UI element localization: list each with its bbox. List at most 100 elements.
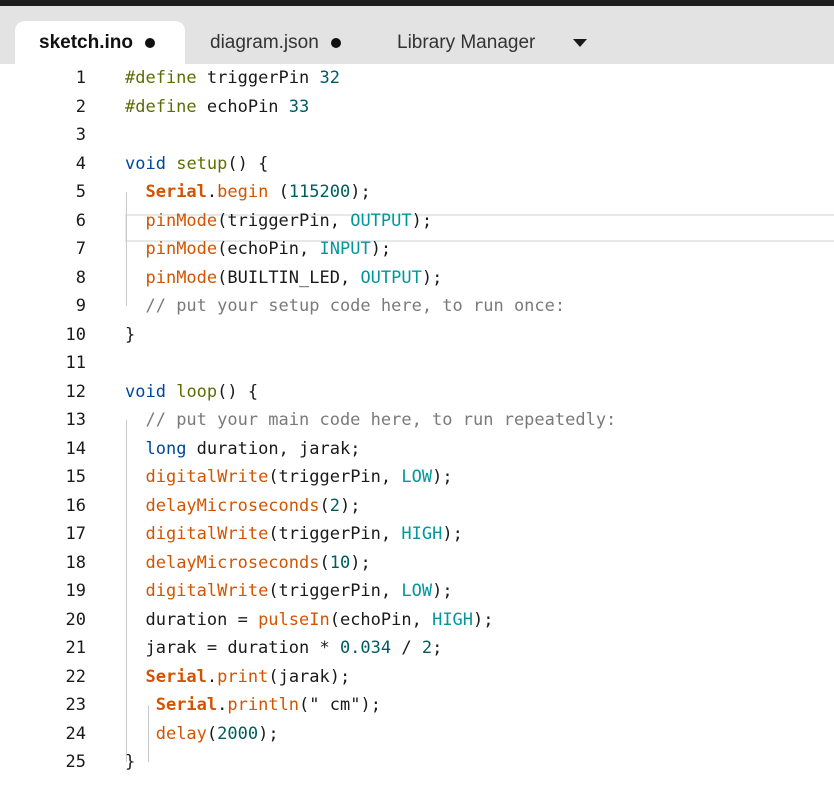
unsaved-dot-icon bbox=[144, 37, 155, 48]
code-token: ); bbox=[350, 182, 371, 202]
code-line[interactable]: void setup() { bbox=[125, 150, 268, 179]
code-token: ; bbox=[432, 638, 443, 658]
code-token: digitalWrite bbox=[145, 467, 269, 487]
code-editor[interactable]: 1 #define triggerPin 32 2 #define echoPin 3… bbox=[0, 64, 834, 805]
tab-diagram-json[interactable]: diagram.json bbox=[210, 21, 360, 64]
line-number: 5 bbox=[75, 182, 86, 202]
code-token: ); bbox=[411, 210, 433, 231]
code-token: (echoPin, bbox=[329, 609, 433, 630]
code-token: ( bbox=[319, 495, 330, 516]
line-number: 1 bbox=[75, 68, 86, 88]
line-number: 19 bbox=[65, 581, 86, 601]
code-token: 115200 bbox=[288, 182, 351, 202]
code-token: (triggerPin, bbox=[268, 581, 402, 601]
code-token: jarak = duration * bbox=[125, 638, 340, 658]
code-token: ); bbox=[421, 267, 443, 288]
code-token: setup bbox=[176, 153, 228, 174]
code-token: delayMicroseconds bbox=[145, 552, 320, 573]
editor-tab-bar: sketch.ino diagram.json Library Manager bbox=[0, 6, 834, 64]
code-token: . bbox=[217, 695, 228, 715]
code-token: void bbox=[125, 153, 166, 174]
code-token: (triggerPin, bbox=[268, 467, 402, 487]
tab-library-manager[interactable]: Library Manager bbox=[397, 21, 577, 64]
line-number: 8 bbox=[75, 267, 86, 288]
code-token: println bbox=[227, 695, 300, 715]
code-line[interactable]: pinMode(triggerPin, OUTPUT); bbox=[125, 207, 432, 236]
code-token: LOW bbox=[401, 581, 433, 601]
code-token: begin bbox=[217, 182, 269, 202]
tab-label: diagram.json bbox=[210, 31, 319, 53]
code-token: OUTPUT bbox=[360, 267, 422, 288]
code-line[interactable]: pinMode(echoPin, INPUT); bbox=[125, 235, 391, 264]
line-number: 24 bbox=[65, 723, 86, 744]
code-token: HIGH bbox=[401, 524, 443, 544]
code-token: // put your setup code here, to run once… bbox=[145, 296, 566, 316]
code-token: ( bbox=[268, 182, 289, 202]
code-line[interactable]: duration = pulseIn(echoPin, HIGH); bbox=[125, 606, 493, 635]
code-token: #define bbox=[125, 68, 197, 88]
code-token: } bbox=[125, 752, 136, 772]
code-line[interactable]: delayMicroseconds(2); bbox=[125, 492, 360, 521]
code-line[interactable]: #define triggerPin 32 bbox=[125, 64, 340, 93]
code-line[interactable]: // put your setup code here, to run once… bbox=[125, 292, 565, 321]
code-line[interactable]: // put your main code here, to run repea… bbox=[125, 406, 616, 435]
unsaved-dot-icon bbox=[330, 37, 341, 48]
code-token: . bbox=[206, 182, 218, 202]
code-token: print bbox=[217, 666, 269, 687]
caret-down-shape bbox=[573, 39, 587, 47]
code-token: ); bbox=[432, 581, 453, 601]
code-line[interactable]: Serial.begin (115200); bbox=[125, 178, 371, 207]
code-token: duration = bbox=[125, 609, 259, 630]
code-token: HIGH bbox=[432, 609, 474, 630]
code-token: loop bbox=[176, 381, 218, 402]
line-number: 25 bbox=[65, 752, 86, 772]
code-token: pinMode bbox=[145, 267, 218, 288]
caret-down-icon[interactable] bbox=[572, 36, 588, 50]
line-number: 21 bbox=[65, 638, 86, 658]
code-token: ); bbox=[350, 552, 371, 573]
code-token: ); bbox=[258, 723, 279, 744]
code-line[interactable]: digitalWrite(triggerPin, HIGH); bbox=[125, 520, 462, 549]
code-line[interactable]: jarak = duration * 0.034 / 2; bbox=[125, 634, 442, 663]
code-line[interactable]: #define echoPin 33 bbox=[125, 93, 309, 122]
code-token: LOW bbox=[401, 467, 433, 487]
code-token: (triggerPin, bbox=[268, 524, 402, 544]
code-token: delayMicroseconds bbox=[145, 495, 320, 516]
code-line[interactable]: delayMicroseconds(10); bbox=[125, 549, 371, 578]
line-number: 6 bbox=[75, 210, 86, 231]
code-line[interactable]: Serial.print(jarak); bbox=[125, 663, 350, 692]
code-line[interactable]: digitalWrite(triggerPin, LOW); bbox=[125, 577, 453, 606]
code-line[interactable]: pinMode(BUILTIN_LED, OUTPUT); bbox=[125, 264, 442, 293]
code-token: 0.034 bbox=[339, 638, 392, 658]
code-line[interactable]: Serial.println(" cm"); bbox=[125, 691, 381, 720]
line-number: 23 bbox=[65, 695, 86, 715]
code-token: ( bbox=[319, 552, 330, 573]
code-line[interactable]: void loop() { bbox=[125, 378, 258, 407]
line-number: 22 bbox=[65, 666, 86, 687]
code-token: Serial bbox=[145, 182, 207, 202]
line-number: 4 bbox=[75, 153, 86, 174]
code-token: () { bbox=[227, 153, 269, 174]
code-line[interactable]: } bbox=[125, 748, 135, 777]
code-token: pulseIn bbox=[258, 609, 330, 630]
code-line[interactable]: delay(2000); bbox=[125, 720, 279, 749]
tab-sketch-ino[interactable]: sketch.ino bbox=[15, 21, 185, 64]
line-number: 16 bbox=[65, 495, 86, 516]
code-line[interactable]: digitalWrite(triggerPin, LOW); bbox=[125, 463, 452, 492]
code-line[interactable]: long duration, jarak; bbox=[125, 435, 360, 464]
code-line[interactable]: } bbox=[125, 321, 135, 350]
line-number: 17 bbox=[65, 524, 86, 544]
line-number: 2 bbox=[75, 96, 86, 117]
code-token: . bbox=[206, 666, 218, 687]
